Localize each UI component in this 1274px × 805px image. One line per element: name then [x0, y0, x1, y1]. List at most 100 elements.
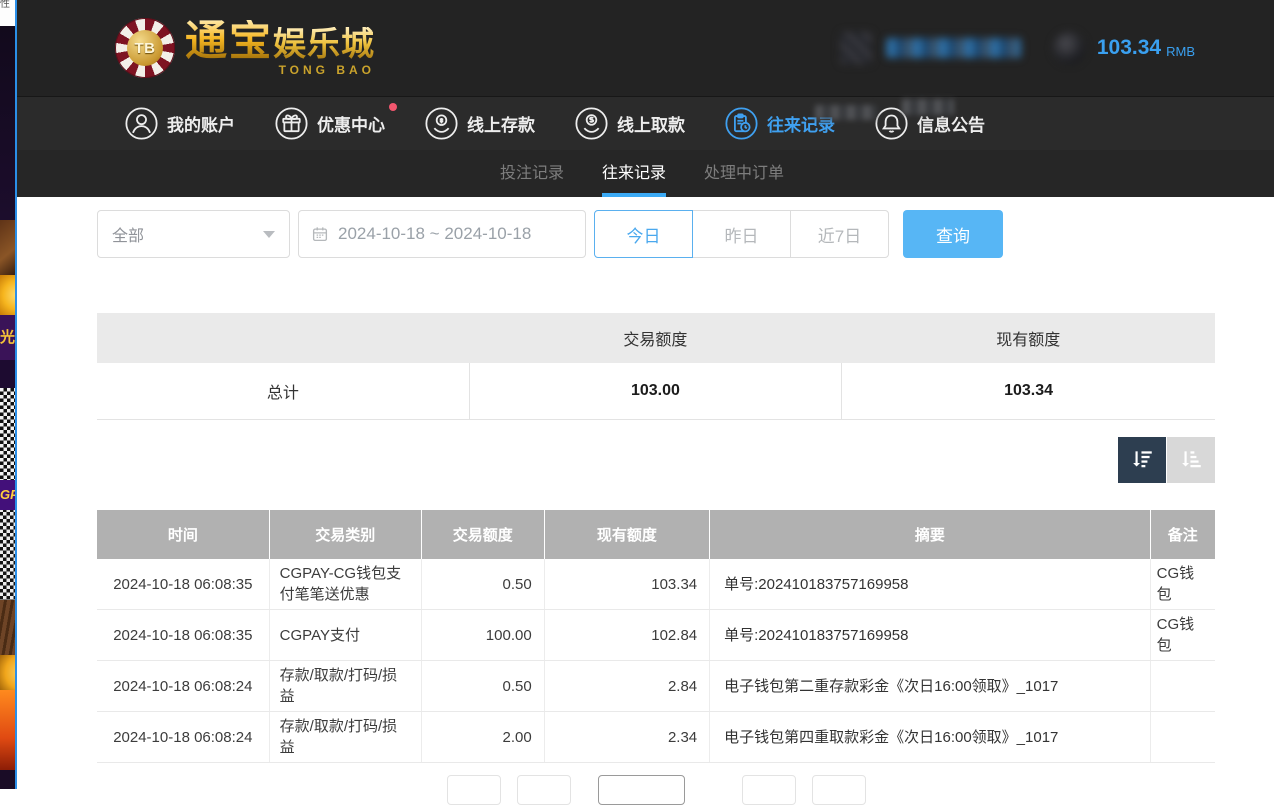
table-row: 2024-10-18 06:08:24存款/取款/打码/损益2.002.34电子… — [97, 712, 1215, 763]
chevron-down-icon — [263, 231, 275, 238]
background-corner-text: 性 — [0, 0, 15, 26]
records-column-header: 备注 — [1150, 510, 1215, 559]
records-column-header: 时间 — [97, 510, 269, 559]
table-cell: 100.00 — [421, 610, 544, 661]
username-censored — [886, 38, 1021, 58]
logo-title-en: TONG BAO — [185, 64, 375, 76]
summary-header-transaction: 交易额度 — [469, 313, 841, 363]
background-qr-pattern — [0, 388, 15, 480]
site-header: TB 通宝 娱乐城 TONG BAO 103.34 RMB — [17, 0, 1274, 96]
table-cell: 单号:202410183757169958 — [710, 559, 1150, 610]
summary-header-balance: 现有额度 — [842, 313, 1215, 363]
censored-patch — [902, 99, 954, 115]
summary-total-transaction: 103.00 — [469, 363, 841, 420]
summary-total-label: 总计 — [97, 363, 469, 420]
pagination-prev-button[interactable] — [517, 775, 571, 805]
table-cell: 2.00 — [421, 712, 544, 763]
table-cell: 102.84 — [544, 610, 709, 661]
table-row: 2024-10-18 06:08:35CGPAY支付100.00102.84单号… — [97, 610, 1215, 661]
pagination-page-input[interactable] — [598, 775, 685, 805]
search-button[interactable]: 查询 — [903, 210, 1003, 258]
sort-descending-button[interactable] — [1118, 437, 1166, 483]
gift-icon — [275, 107, 308, 140]
quick-range-yesterday[interactable]: 昨日 — [692, 210, 791, 258]
pagination-last-button[interactable] — [812, 775, 866, 805]
calendar-icon — [311, 225, 329, 243]
table-cell: CGPAY-CG钱包支付笔笔送优惠 — [269, 559, 421, 610]
table-cell: 单号:202410183757169958 — [710, 610, 1150, 661]
balance-amount: 103.34 — [1097, 36, 1161, 60]
sort-asc-icon — [1178, 447, 1204, 473]
summary-header-row: 交易额度 现有额度 — [97, 313, 1215, 363]
summary-header-empty — [97, 313, 469, 363]
coin-icon — [1053, 32, 1085, 64]
table-cell: 电子钱包第二重存款彩金《次日16:00领取》_1017 — [710, 661, 1150, 712]
quick-range-last7days[interactable]: 近7日 — [790, 210, 889, 258]
table-row: 2024-10-18 06:08:35CGPAY-CG钱包支付笔笔送优惠0.50… — [97, 559, 1215, 610]
nav-item-my-account[interactable]: 我的账户 — [125, 107, 235, 140]
user-info: 103.34 RMB — [840, 32, 1195, 64]
tab-pending-orders[interactable]: 处理中订单 — [704, 150, 784, 197]
table-cell — [1150, 661, 1215, 712]
logo-title-main: 通宝 — [185, 20, 273, 62]
records-column-header: 摘要 — [710, 510, 1150, 559]
tab-transaction-records[interactable]: 往来记录 — [602, 150, 666, 197]
table-cell: 电子钱包第四重取款彩金《次日16:00领取》_1017 — [710, 712, 1150, 763]
logo-chip-tb: TB — [127, 30, 163, 66]
logo-chip-icon: TB — [115, 18, 175, 78]
user-icon — [125, 107, 158, 140]
table-cell: 存款/取款/打码/损益 — [269, 712, 421, 763]
summary-total-row: 总计 103.00 103.34 — [97, 363, 1215, 420]
table-row: 2024-10-18 06:08:24存款/取款/打码/损益0.502.84电子… — [97, 661, 1215, 712]
table-cell: CG钱包 — [1150, 610, 1215, 661]
table-cell: 2024-10-18 06:08:35 — [97, 559, 269, 610]
table-cell: 0.50 — [421, 661, 544, 712]
deposit-icon — [425, 107, 458, 140]
records-column-header: 交易类别 — [269, 510, 421, 559]
record-tabs: 投注记录 往来记录 处理中订单 — [17, 150, 1274, 197]
filter-bar: 全部 2024-10-18 ~ 2024-10-18 今日 昨日 近7日 查询 — [97, 210, 1003, 258]
table-cell: 存款/取款/打码/损益 — [269, 661, 421, 712]
table-cell: CG钱包 — [1150, 559, 1215, 610]
background-gold-char: 光 — [0, 315, 15, 360]
records-table: 时间交易类别交易额度现有额度摘要备注 2024-10-18 06:08:35CG… — [97, 510, 1215, 763]
quick-range-group: 今日 昨日 近7日 — [594, 210, 889, 258]
logo-title-sub: 娱乐城 — [273, 27, 375, 60]
table-cell: 2.34 — [544, 712, 709, 763]
records-icon — [725, 107, 758, 140]
avatar — [840, 32, 872, 64]
background-qr-pattern — [0, 510, 15, 600]
pagination-first-button[interactable] — [447, 775, 501, 805]
pagination — [97, 775, 866, 805]
records-header-row: 时间交易类别交易额度现有额度摘要备注 — [97, 510, 1215, 559]
category-select[interactable]: 全部 — [97, 210, 290, 258]
summary-total-balance: 103.34 — [842, 363, 1215, 420]
table-cell: 2.84 — [544, 661, 709, 712]
quick-range-today[interactable]: 今日 — [594, 210, 693, 258]
sort-desc-icon — [1129, 447, 1155, 473]
background-gp-text: GP — [0, 480, 15, 510]
nav-item-promotions[interactable]: 优惠中心 — [275, 107, 385, 140]
nav-item-deposit[interactable]: 线上存款 — [425, 107, 535, 140]
content-area: 全部 2024-10-18 ~ 2024-10-18 今日 昨日 近7日 查询 — [17, 197, 1274, 789]
table-cell: 2024-10-18 06:08:24 — [97, 712, 269, 763]
balance-currency: RMB — [1166, 44, 1195, 59]
table-cell — [1150, 712, 1215, 763]
browser-viewport: TB 通宝 娱乐城 TONG BAO 103.34 RMB 我的 — [15, 0, 1274, 789]
nav-item-withdraw[interactable]: 线上取款 — [575, 107, 685, 140]
table-cell: 103.34 — [544, 559, 709, 610]
sort-ascending-button[interactable] — [1167, 437, 1215, 483]
date-range-input[interactable]: 2024-10-18 ~ 2024-10-18 — [298, 210, 586, 258]
site-logo[interactable]: TB 通宝 娱乐城 TONG BAO — [115, 18, 375, 78]
pagination-next-button[interactable] — [742, 775, 796, 805]
background-window-strip: 性 光 GP — [0, 0, 15, 789]
table-cell: 0.50 — [421, 559, 544, 610]
table-cell: 2024-10-18 06:08:35 — [97, 610, 269, 661]
censored-patch — [815, 105, 877, 120]
sort-controls — [97, 437, 1215, 483]
records-column-header: 现有额度 — [544, 510, 709, 559]
tab-bet-records[interactable]: 投注记录 — [500, 150, 564, 197]
main-nav: 我的账户 优惠中心 线上存款 线上取款 — [17, 96, 1274, 150]
records-column-header: 交易额度 — [421, 510, 544, 559]
table-cell: 2024-10-18 06:08:24 — [97, 661, 269, 712]
